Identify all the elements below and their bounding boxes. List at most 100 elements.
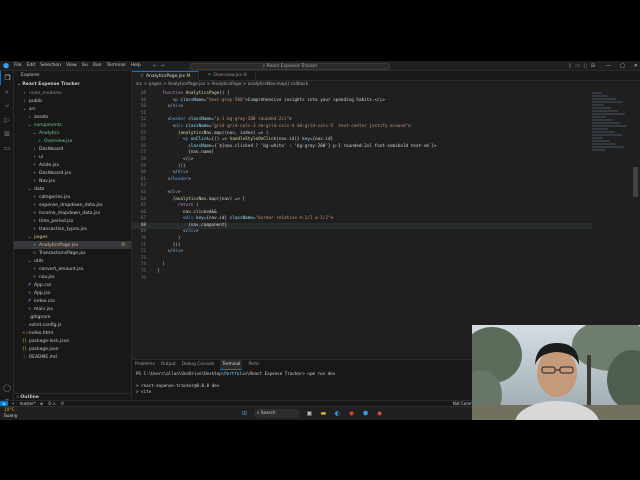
- maximize-icon[interactable]: ▢: [620, 61, 625, 71]
- tree-item-label: TransactionsPage.jsx: [39, 251, 86, 256]
- chevron-icon: ⌄: [32, 130, 37, 135]
- tree-item[interactable]: ⚛ AnalyticsPage.jsx M: [14, 241, 131, 249]
- tree-item[interactable]: # App.css: [14, 281, 131, 289]
- menu-item-terminal[interactable]: Terminal: [107, 63, 126, 68]
- tree-item-label: Analytics: [39, 131, 60, 136]
- account-icon[interactable]: ◯: [0, 381, 14, 395]
- tree-item[interactable]: ⌄ utils: [14, 257, 131, 265]
- tree-item[interactable]: › public: [14, 97, 131, 105]
- vscode-taskbar-icon[interactable]: ⬢: [361, 409, 370, 418]
- tab-overview-jsx[interactable]: ⚛ Overview.jsx U: [199, 71, 256, 81]
- menu-item-file[interactable]: File: [14, 63, 22, 68]
- code-editor[interactable]: 48 function AnalyticsPage() {49 <p class…: [132, 91, 592, 359]
- panel-tab-problems[interactable]: Problems: [135, 360, 155, 369]
- panel-tab-debug-console[interactable]: Debug Console: [182, 360, 215, 369]
- tree-item[interactable]: ⚛ Dashboard.jsx: [14, 169, 131, 177]
- command-center[interactable]: ⌕ React Expense Tracker: [190, 62, 390, 70]
- panel-tab-ports[interactable]: Ports: [248, 360, 259, 369]
- tree-item[interactable]: ⚛ main.jsx: [14, 305, 131, 313]
- file-explorer-icon[interactable]: ▬: [319, 409, 328, 418]
- tree-item[interactable]: ⚛ Aside.jsx: [14, 161, 131, 169]
- tree-item[interactable]: ◦ .gitignore: [14, 313, 131, 321]
- close-icon[interactable]: ✕: [634, 61, 638, 71]
- tree-item[interactable]: ◦ eslint.config.js: [14, 321, 131, 329]
- tree-item[interactable]: ⚛ TransactionsPage.jsx: [14, 249, 131, 257]
- search-icon[interactable]: ⌕: [0, 85, 14, 99]
- tab-badge: M: [185, 74, 191, 79]
- code-line: 65 return (: [132, 203, 592, 210]
- project-folder[interactable]: ⌄ React Expense Tracker: [14, 81, 131, 89]
- tree-item[interactable]: ⚛ transaction_types.jsx: [14, 225, 131, 233]
- extensions-icon[interactable]: ⊞: [0, 127, 14, 141]
- edge-icon[interactable]: ◐: [333, 409, 342, 418]
- tree-item[interactable]: › node_modules: [14, 89, 131, 97]
- line-number: 57: [140, 150, 146, 156]
- file-type-icon: ◦: [23, 314, 26, 319]
- tree-item[interactable]: {} package.json: [14, 345, 131, 353]
- tree-item[interactable]: {} package-lock.json: [14, 337, 131, 345]
- chrome-icon[interactable]: ◉: [347, 409, 356, 418]
- tree-item[interactable]: <>index.html: [14, 329, 131, 337]
- tree-item[interactable]: ⓘ README.md: [14, 353, 131, 361]
- tree-item[interactable]: ⚛ income_dropdown_data.jsx: [14, 209, 131, 217]
- minimize-icon[interactable]: —: [606, 61, 611, 71]
- minimap-line: [592, 122, 620, 124]
- source-control-icon[interactable]: ⑂: [0, 99, 14, 113]
- panel-tab-terminal[interactable]: Terminal: [220, 359, 243, 370]
- code-line: 64 {analyticsNav.map((nav) => {: [132, 197, 592, 204]
- code-line: 48 function AnalyticsPage() {: [132, 91, 592, 98]
- minimap-line: [592, 137, 603, 139]
- tree-item[interactable]: ⌄ src: [14, 105, 131, 113]
- toggle-sidebar-icon[interactable]: ▯: [569, 61, 572, 71]
- task-view-icon[interactable]: ▣: [305, 409, 314, 418]
- tree-item-label: package-lock.json: [29, 339, 70, 344]
- tree-item[interactable]: ⌄ components: [14, 121, 131, 129]
- tree-item[interactable]: ⌄ data: [14, 185, 131, 193]
- menu-item-selection[interactable]: Selection: [40, 63, 61, 68]
- menu-item-help[interactable]: Help: [131, 63, 141, 68]
- tree-item[interactable]: ⚛ convert_amount.jsx: [14, 265, 131, 273]
- code-line: 74 ): [132, 262, 592, 269]
- editor-scrollbar[interactable]: [633, 167, 638, 197]
- weather-widget[interactable]: 19°C Sunny: [4, 408, 17, 419]
- tree-item-label: convert_amount.jsx: [39, 267, 84, 272]
- file-type-icon: ⚛: [32, 194, 37, 199]
- tree-item[interactable]: ⚛ expense_dropdown_data.jsx: [14, 201, 131, 209]
- tree-item[interactable]: ⌄ pages: [14, 233, 131, 241]
- tree-item[interactable]: ⚛ nav.jsx: [14, 273, 131, 281]
- remote-explorer-icon[interactable]: ▭: [0, 141, 14, 155]
- toggle-panel-icon[interactable]: ▭: [575, 61, 580, 71]
- tree-item[interactable]: ⚛ time_period.jsx: [14, 217, 131, 225]
- tree-item[interactable]: ⚛ categories.jsx: [14, 193, 131, 201]
- run-debug-icon[interactable]: ▷: [0, 113, 14, 127]
- git-status-badge: M: [121, 242, 125, 247]
- code-line: 68 {nav.component}: [132, 222, 592, 230]
- menu-item-edit[interactable]: Edit: [27, 63, 36, 68]
- menu-item-go[interactable]: Go: [82, 63, 88, 68]
- tree-item[interactable]: # index.css: [14, 297, 131, 305]
- tree-item[interactable]: ⌄ Analytics: [14, 129, 131, 137]
- tab-analyticspage-jsx[interactable]: ⚛ AnalyticsPage.jsx M: [132, 71, 200, 81]
- explorer-icon[interactable]: ❐: [0, 71, 14, 85]
- menu-item-view[interactable]: View: [66, 63, 77, 68]
- tree-item[interactable]: ⚛ Nav.jsx: [14, 177, 131, 185]
- tree-item-label: Aside.jsx: [39, 163, 59, 168]
- breadcrumb[interactable]: src > pages > AnalyticsPage.jsx > Analyt…: [132, 81, 640, 89]
- nav-arrows[interactable]: ←→: [153, 63, 167, 69]
- panel-tab-output[interactable]: Output: [161, 360, 176, 369]
- menu-item-run[interactable]: Run: [93, 63, 102, 68]
- toggle-secondary-sidebar-icon[interactable]: ▯: [584, 61, 587, 71]
- customize-layout-icon[interactable]: ⊞: [591, 61, 595, 71]
- tree-item[interactable]: › Dashboard: [14, 145, 131, 153]
- editor-tabs: ⚛ AnalyticsPage.jsx M ⚛ Overview.jsx U: [132, 71, 640, 81]
- app-icon[interactable]: ◆: [375, 409, 384, 418]
- windows-start-icon[interactable]: ⊞: [240, 409, 249, 418]
- minimap[interactable]: [592, 91, 630, 151]
- tree-item[interactable]: › ui: [14, 153, 131, 161]
- tree-item[interactable]: ⚛ Overview.jsx: [14, 137, 131, 145]
- taskbar-search[interactable]: ⌕ Search: [254, 409, 300, 418]
- chevron-icon: ›: [28, 114, 31, 119]
- tree-item[interactable]: ⚛ App.jsx: [14, 289, 131, 297]
- minimap-line: [592, 110, 618, 112]
- tree-item[interactable]: › assets: [14, 113, 131, 121]
